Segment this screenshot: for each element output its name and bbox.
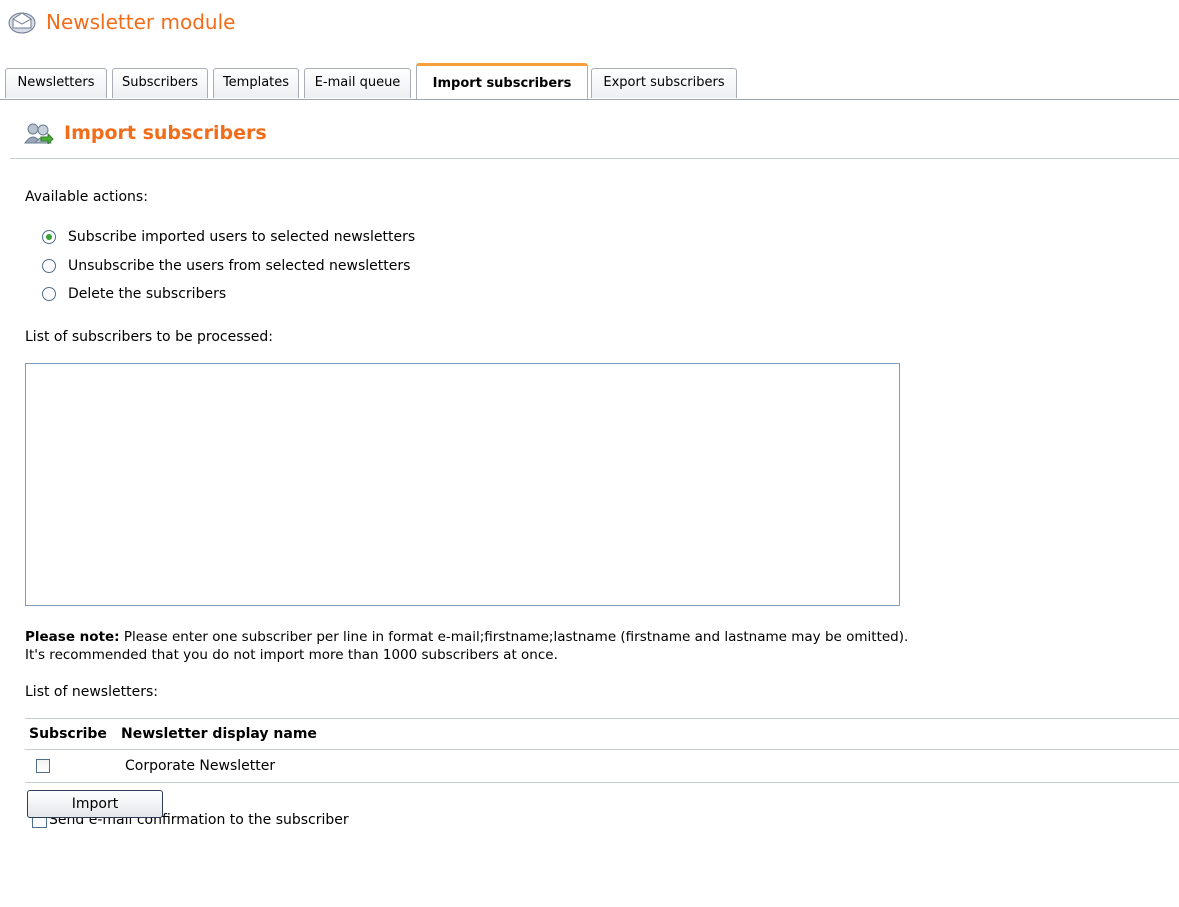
module-header: Newsletter module — [8, 8, 235, 36]
tab-templates[interactable]: Templates — [213, 68, 299, 98]
available-actions-label: Available actions: — [25, 189, 148, 205]
radio-button-unsubscribe[interactable] — [42, 259, 56, 273]
table-header-row: Subscribe Newsletter display name — [25, 718, 1179, 750]
subscribers-textarea[interactable] — [25, 363, 900, 606]
radio-label-delete[interactable]: Delete the subscribers — [68, 286, 226, 302]
module-title: Newsletter module — [46, 10, 236, 34]
tab-subscribers[interactable]: Subscribers — [112, 68, 208, 98]
section-header: Import subscribers — [24, 118, 267, 148]
radio-label-unsubscribe[interactable]: Unsubscribe the users from selected news… — [68, 258, 410, 274]
table-row: Corporate Newsletter — [25, 749, 1179, 783]
newsletters-table: Subscribe Newsletter display name Corpor… — [25, 718, 1179, 783]
column-header-display-name: Newsletter display name — [117, 718, 1179, 750]
section-divider — [10, 158, 1179, 159]
column-header-subscribe: Subscribe — [25, 718, 117, 750]
tab-newsletters[interactable]: Newsletters — [5, 68, 107, 98]
subscribers-list-label: List of subscribers to be processed: — [25, 329, 274, 345]
import-button[interactable]: Import — [27, 790, 163, 818]
subscribe-cell — [25, 749, 117, 783]
note-line-2: It's recommended that you do not import … — [25, 647, 558, 663]
radio-label-subscribe[interactable]: Subscribe imported users to selected new… — [68, 229, 415, 245]
newsletters-list-label: List of newsletters: — [25, 684, 158, 700]
tab-email-queue[interactable]: E-mail queue — [304, 68, 411, 98]
newsletter-envelope-icon — [8, 12, 36, 34]
radio-option-delete[interactable]: Delete the subscribers — [42, 286, 226, 302]
tab-export-subscribers[interactable]: Export subscribers — [591, 68, 737, 98]
import-note: Please note: Please enter one subscriber… — [25, 628, 908, 664]
tab-strip: Newsletters Subscribers Templates E-mail… — [0, 63, 1179, 100]
note-bold-label: Please note: — [25, 629, 120, 645]
subscribe-checkbox[interactable] — [36, 759, 50, 773]
tab-import-subscribers[interactable]: Import subscribers — [416, 63, 588, 99]
newsletter-name-cell: Corporate Newsletter — [117, 749, 1179, 783]
radio-option-unsubscribe[interactable]: Unsubscribe the users from selected news… — [42, 258, 410, 274]
import-users-icon — [24, 123, 54, 144]
radio-option-subscribe[interactable]: Subscribe imported users to selected new… — [42, 229, 415, 245]
radio-button-delete[interactable] — [42, 287, 56, 301]
section-title: Import subscribers — [64, 122, 267, 144]
radio-button-subscribe[interactable] — [42, 230, 56, 244]
note-line-1: Please enter one subscriber per line in … — [119, 629, 909, 645]
